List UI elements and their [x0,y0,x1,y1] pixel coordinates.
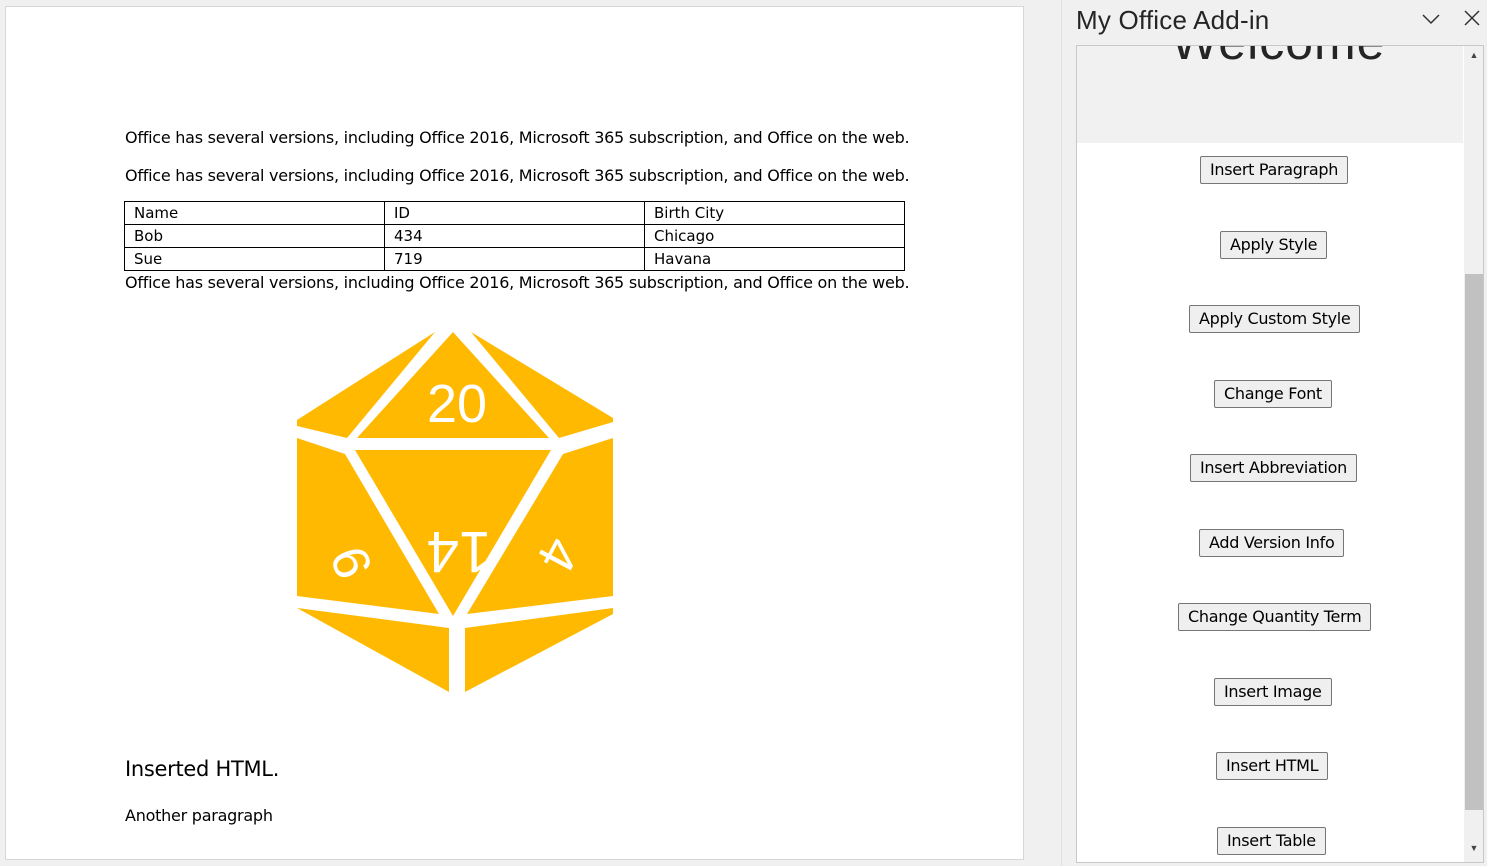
table-cell[interactable]: 434 [384,224,645,248]
table-cell[interactable]: Chicago [644,224,905,248]
apply-style-button[interactable]: Apply Style [1220,231,1328,259]
welcome-header: Welcome [1077,46,1463,143]
change-quantity-term-button[interactable]: Change Quantity Term [1178,603,1372,631]
welcome-heading: Welcome [1171,46,1385,71]
document-area: Office has several versions, including O… [0,0,1062,866]
document-paragraph-last[interactable]: Another paragraph [125,806,273,825]
scroll-down-arrow-icon[interactable]: ▼ [1464,843,1483,859]
table-row: Bob 434 Chicago [124,224,905,248]
table-cell[interactable]: Sue [124,247,385,271]
table-row: Name ID Birth City [124,201,905,225]
insert-table-button[interactable]: Insert Table [1217,827,1326,855]
table-cell[interactable]: Havana [644,247,905,271]
document-paragraph-1[interactable]: Office has several versions, including O… [125,128,910,147]
app-window: Office has several versions, including O… [0,0,1487,866]
table-cell[interactable]: Name [124,201,385,225]
scroll-up-arrow-icon[interactable]: ▲ [1464,50,1483,66]
die-number-20: 20 [427,374,487,434]
change-font-button[interactable]: Change Font [1214,380,1332,408]
insert-abbreviation-button[interactable]: Insert Abbreviation [1190,454,1357,482]
apply-custom-style-button[interactable]: Apply Custom Style [1189,305,1361,333]
table-cell[interactable]: ID [384,201,645,225]
scrollbar-thumb[interactable] [1465,274,1483,810]
document-heading[interactable]: Inserted HTML. [125,757,279,781]
task-pane-scrollbar[interactable]: ▲ ▼ [1464,46,1483,862]
document-table[interactable]: Name ID Birth City Bob 434 Chicago Sue 7… [124,201,905,271]
table-cell[interactable]: 719 [384,247,645,271]
table-cell[interactable]: Bob [124,224,385,248]
insert-html-button[interactable]: Insert HTML [1216,752,1329,780]
chevron-down-icon[interactable] [1420,8,1442,30]
task-pane-title: My Office Add-in [1076,5,1270,35]
document-paragraph-3[interactable]: Office has several versions, including O… [125,273,910,292]
die-number-14: 14 [427,519,492,584]
close-icon[interactable] [1461,7,1483,29]
task-pane-content: Welcome Insert Paragraph Apply Style App… [1076,45,1484,863]
document-page[interactable]: Office has several versions, including O… [5,6,1024,860]
table-row: Sue 719 Havana [124,247,905,271]
document-paragraph-2[interactable]: Office has several versions, including O… [125,166,910,185]
insert-image-button[interactable]: Insert Image [1214,678,1332,706]
insert-paragraph-button[interactable]: Insert Paragraph [1200,156,1349,184]
task-pane: My Office Add-in Welcome Insert Paragrap… [1062,0,1487,866]
table-cell[interactable]: Birth City [644,201,905,225]
add-version-info-button[interactable]: Add Version Info [1199,529,1345,557]
d20-die-image[interactable]: 20 14 9 4 [289,326,621,696]
